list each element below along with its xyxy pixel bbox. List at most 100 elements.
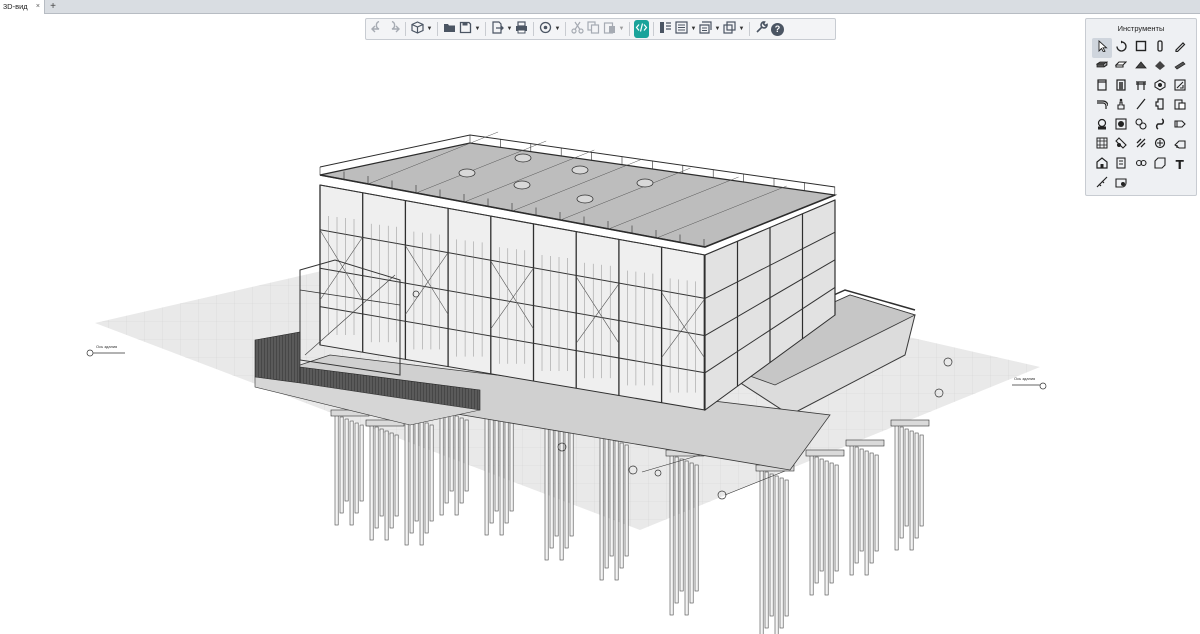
tool-level[interactable]: [1151, 136, 1171, 156]
tool-stair[interactable]: [1151, 58, 1171, 78]
code-button[interactable]: [634, 20, 649, 38]
valve-icon: [1115, 97, 1127, 115]
pile: [374, 426, 379, 529]
dropdown-arrow-icon[interactable]: ▼: [690, 26, 697, 32]
truss-icon: [1135, 78, 1147, 96]
tool-pump[interactable]: [1092, 116, 1112, 136]
open-folder-button[interactable]: [442, 20, 457, 38]
dropdown-arrow-icon[interactable]: ▼: [714, 26, 721, 32]
save-button[interactable]: [458, 20, 473, 38]
tool-roof[interactable]: [1131, 58, 1151, 78]
wrench-button[interactable]: [754, 20, 769, 38]
pile: [464, 419, 469, 492]
3d-viewport[interactable]: Ось здания Ось здания: [0, 15, 1200, 634]
pile: [429, 424, 434, 522]
export-icon: [491, 21, 504, 37]
copy-button[interactable]: [586, 20, 601, 38]
orbit-button[interactable]: [538, 20, 553, 38]
tool-valve[interactable]: [1112, 97, 1132, 117]
pile: [784, 479, 789, 617]
export-button[interactable]: [490, 20, 505, 38]
tool-duct[interactable]: [1151, 116, 1171, 136]
tool-grid[interactable]: [1092, 136, 1112, 156]
tool-truss[interactable]: [1131, 77, 1151, 97]
pile: [674, 456, 679, 604]
tool-select-arrow[interactable]: [1092, 38, 1112, 58]
pile: [819, 458, 824, 572]
undo-button[interactable]: [370, 20, 385, 38]
main-toolbar: ▼ ▼ ▼ ▼ ▼ ▼ ▼ ▼?: [365, 18, 836, 40]
pile-cap: [890, 419, 930, 427]
save-icon: [459, 21, 472, 37]
dropdown-arrow-icon[interactable]: ▼: [426, 26, 433, 32]
dropdown-arrow-icon[interactable]: ▼: [738, 26, 745, 32]
pile: [809, 454, 814, 596]
windows-button[interactable]: [722, 20, 737, 38]
dropdown-arrow-icon[interactable]: ▼: [506, 26, 513, 32]
toolbar-separator: [629, 22, 630, 36]
cube-view-button[interactable]: [410, 20, 425, 38]
pile: [894, 424, 899, 551]
tools-grid: T: [1092, 38, 1192, 194]
pile: [389, 432, 394, 529]
dropdown-arrow-icon[interactable]: ▼: [554, 26, 561, 32]
tool-wall[interactable]: [1131, 38, 1151, 58]
tool-room[interactable]: [1092, 155, 1112, 175]
tab-3d-view[interactable]: 3D-вид ×: [0, 0, 45, 14]
pile: [564, 427, 569, 549]
tool-ramp[interactable]: [1170, 58, 1190, 78]
add-tab-button[interactable]: +: [47, 1, 59, 13]
room-icon: [1096, 156, 1108, 174]
tool-door[interactable]: [1092, 77, 1112, 97]
tool-fan[interactable]: [1131, 116, 1151, 136]
pile: [679, 458, 684, 592]
redo-button[interactable]: [386, 20, 401, 38]
tool-line[interactable]: [1131, 97, 1151, 117]
tool-equipment[interactable]: [1170, 97, 1190, 117]
pile: [609, 438, 614, 557]
pile: [444, 411, 449, 504]
pile: [914, 432, 919, 539]
tool-fitting[interactable]: [1151, 97, 1171, 117]
pile: [774, 475, 779, 634]
layers-button[interactable]: [698, 20, 713, 38]
tool-rebar[interactable]: [1131, 155, 1151, 175]
view-list-button[interactable]: [674, 20, 689, 38]
tool-beam[interactable]: [1092, 58, 1112, 78]
tool-label[interactable]: [1151, 155, 1171, 175]
tool-pile[interactable]: [1151, 77, 1171, 97]
print-button[interactable]: [514, 20, 529, 38]
tool-column[interactable]: [1151, 38, 1171, 58]
tool-elevation[interactable]: [1112, 155, 1132, 175]
tool-section[interactable]: [1170, 136, 1190, 156]
rebar-icon: [1135, 156, 1147, 174]
orbit-icon: [539, 21, 552, 37]
pile: [904, 428, 909, 527]
tool-window[interactable]: [1112, 77, 1132, 97]
tool-rotate-object[interactable]: [1112, 38, 1132, 58]
wall-icon: [1135, 39, 1147, 57]
properties-button[interactable]: [658, 20, 673, 38]
tool-tank[interactable]: [1112, 116, 1132, 136]
dropdown-arrow-icon[interactable]: ▼: [618, 26, 625, 32]
close-tab-icon[interactable]: ×: [36, 0, 40, 14]
tool-cloud[interactable]: [1112, 175, 1132, 195]
tool-foundation[interactable]: [1170, 77, 1190, 97]
tool-measure[interactable]: [1092, 175, 1112, 195]
tab-label: 3D-вид: [3, 2, 28, 11]
paste-button[interactable]: [602, 20, 617, 38]
elevation-icon: [1115, 156, 1127, 174]
rotate-object-icon: [1115, 39, 1127, 57]
cut-button[interactable]: [570, 20, 585, 38]
dropdown-arrow-icon[interactable]: ▼: [474, 26, 481, 32]
tool-hatch[interactable]: [1112, 136, 1132, 156]
tool-slab[interactable]: [1112, 58, 1132, 78]
help-button[interactable]: ?: [770, 20, 785, 38]
pile: [359, 424, 364, 502]
tool-support[interactable]: [1170, 116, 1190, 136]
pile: [829, 462, 834, 584]
tool-dimension[interactable]: [1131, 136, 1151, 156]
tool-text[interactable]: T: [1170, 155, 1190, 175]
tool-pencil[interactable]: [1170, 38, 1190, 58]
tool-pipe[interactable]: [1092, 97, 1112, 117]
